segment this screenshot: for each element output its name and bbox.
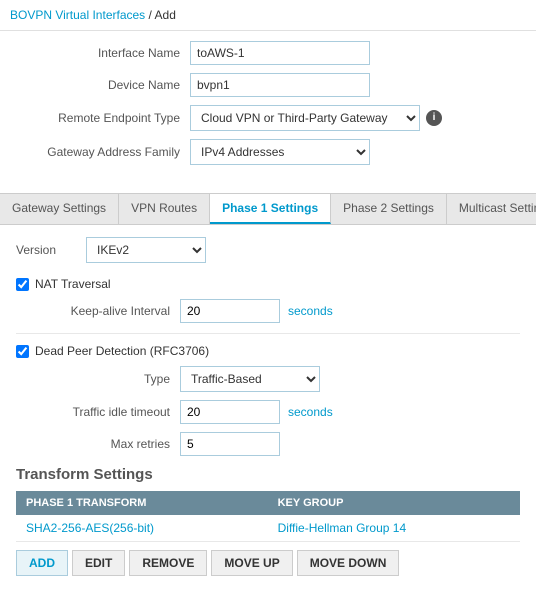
- gateway-address-label: Gateway Address Family: [20, 145, 190, 159]
- move-up-button[interactable]: MOVE UP: [211, 550, 292, 576]
- gateway-address-select[interactable]: IPv4 Addresses: [190, 139, 370, 165]
- main-form: Interface Name Device Name Remote Endpoi…: [0, 31, 536, 183]
- keepalive-row: Keep-alive Interval seconds: [40, 299, 520, 323]
- tab-multicast-settings[interactable]: Multicast Settings: [447, 194, 536, 224]
- tab-gateway-settings[interactable]: Gateway Settings: [0, 194, 119, 224]
- move-down-button[interactable]: MOVE DOWN: [297, 550, 400, 576]
- dpd-type-row: Type Traffic-Based: [40, 366, 520, 392]
- dpd-type-select[interactable]: Traffic-Based: [180, 366, 320, 392]
- remove-button[interactable]: REMOVE: [129, 550, 207, 576]
- interface-name-input[interactable]: [190, 41, 370, 65]
- idle-timeout-input[interactable]: [180, 400, 280, 424]
- nat-traversal-label: NAT Traversal: [35, 277, 111, 291]
- breadcrumb: BOVPN Virtual Interfaces / Add: [0, 0, 536, 31]
- tab-vpn-routes[interactable]: VPN Routes: [119, 194, 210, 224]
- interface-name-label: Interface Name: [20, 46, 190, 60]
- tabs-bar: Gateway Settings VPN Routes Phase 1 Sett…: [0, 193, 536, 225]
- dead-peer-checkbox[interactable]: [16, 345, 29, 358]
- version-select[interactable]: IKEv2: [86, 237, 206, 263]
- transform-value: SHA2-256-AES(256-bit): [16, 515, 268, 542]
- max-retries-row: Max retries: [40, 432, 520, 456]
- dead-peer-sub-form: Type Traffic-Based Traffic idle timeout …: [40, 366, 520, 456]
- keepalive-label: Keep-alive Interval: [40, 304, 180, 318]
- key-group-value: Diffie-Hellman Group 14: [268, 515, 520, 542]
- remote-endpoint-select[interactable]: Cloud VPN or Third-Party Gateway: [190, 105, 420, 131]
- nat-traversal-row: NAT Traversal: [16, 277, 520, 291]
- add-button[interactable]: ADD: [16, 550, 68, 576]
- breadcrumb-current: Add: [155, 8, 176, 22]
- idle-timeout-row: Traffic idle timeout seconds: [40, 400, 520, 424]
- dead-peer-label: Dead Peer Detection (RFC3706): [35, 344, 209, 358]
- version-row: Version IKEv2: [16, 237, 520, 263]
- gateway-address-row: Gateway Address Family IPv4 Addresses: [20, 139, 516, 165]
- remote-endpoint-row: Remote Endpoint Type Cloud VPN or Third-…: [20, 105, 516, 131]
- keepalive-input[interactable]: [180, 299, 280, 323]
- action-buttons: ADD EDIT REMOVE MOVE UP MOVE DOWN: [16, 550, 520, 576]
- info-icon[interactable]: i: [426, 110, 442, 126]
- tab-phase1-settings[interactable]: Phase 1 Settings: [210, 194, 331, 224]
- device-name-input[interactable]: [190, 73, 370, 97]
- breadcrumb-parent[interactable]: BOVPN Virtual Interfaces: [10, 8, 145, 22]
- col-key-group: KEY GROUP: [268, 491, 520, 515]
- edit-button[interactable]: EDIT: [72, 550, 125, 576]
- nat-traversal-checkbox[interactable]: [16, 278, 29, 291]
- idle-timeout-unit: seconds: [288, 405, 333, 419]
- dead-peer-row: Dead Peer Detection (RFC3706): [16, 344, 520, 358]
- device-name-label: Device Name: [20, 78, 190, 92]
- divider1: [16, 333, 520, 334]
- tab-phase2-settings[interactable]: Phase 2 Settings: [331, 194, 447, 224]
- keepalive-unit: seconds: [288, 304, 333, 318]
- nat-traversal-sub-form: Keep-alive Interval seconds: [40, 299, 520, 323]
- col-transform: PHASE 1 TRANSFORM: [16, 491, 268, 515]
- max-retries-label: Max retries: [40, 437, 180, 451]
- dpd-type-label: Type: [40, 372, 180, 386]
- device-name-row: Device Name: [20, 73, 516, 97]
- table-row: SHA2-256-AES(256-bit) Diffie-Hellman Gro…: [16, 515, 520, 542]
- version-label: Version: [16, 243, 76, 257]
- interface-name-row: Interface Name: [20, 41, 516, 65]
- remote-endpoint-label: Remote Endpoint Type: [20, 111, 190, 125]
- max-retries-input[interactable]: [180, 432, 280, 456]
- idle-timeout-label: Traffic idle timeout: [40, 405, 180, 419]
- transform-table: PHASE 1 TRANSFORM KEY GROUP SHA2-256-AES…: [16, 491, 520, 542]
- transform-settings-title: Transform Settings: [16, 466, 520, 483]
- phase1-content: Version IKEv2 NAT Traversal Keep-alive I…: [0, 225, 536, 588]
